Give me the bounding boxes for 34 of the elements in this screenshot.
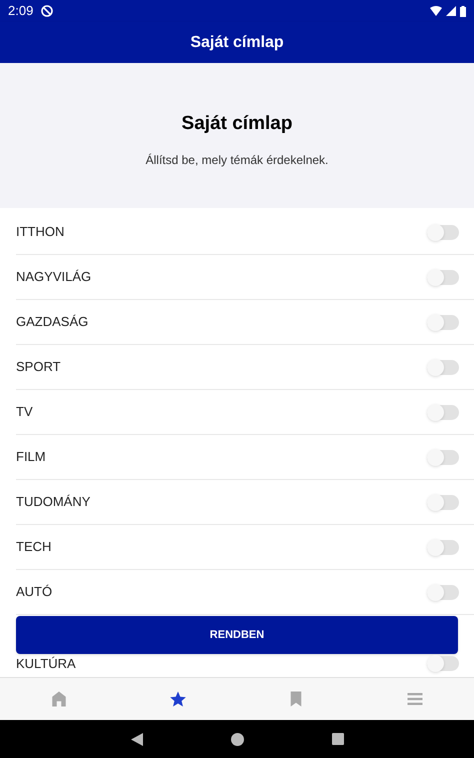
topic-label: GAZDASÁG — [16, 313, 90, 332]
header-title: Saját címlap — [182, 112, 292, 136]
topic-label: AUTÓ — [16, 583, 54, 602]
topic-toggle[interactable] — [427, 540, 459, 554]
topic-label: SPORT — [16, 358, 62, 376]
wifi-icon — [430, 6, 442, 16]
topic-toggle[interactable] — [427, 360, 459, 374]
topic-label: TV — [16, 403, 34, 422]
battery-icon — [460, 6, 466, 16]
topic-label: TECH — [16, 538, 52, 556]
home-button-icon[interactable] — [230, 732, 244, 746]
topic-toggle[interactable] — [427, 450, 459, 464]
app-bar-title: Saját címlap — [190, 32, 284, 52]
topic-label: KULTÚRA — [16, 656, 77, 672]
topic-toggle[interactable] — [427, 270, 459, 284]
back-icon[interactable] — [130, 732, 142, 746]
menu-icon[interactable] — [406, 690, 424, 708]
recents-icon[interactable] — [332, 733, 344, 745]
signal-icon — [446, 6, 456, 16]
topic-toggle[interactable] — [427, 656, 459, 671]
home-icon[interactable] — [50, 690, 68, 708]
topic-toggle[interactable] — [427, 404, 459, 420]
topic-label: NAGYVILÁG — [16, 268, 92, 286]
confirm-button[interactable]: RENDBEN — [16, 616, 458, 654]
topic-toggle[interactable] — [427, 224, 459, 240]
topic-label: ITTHON — [16, 223, 66, 242]
topic-label: TUDOMÁNY — [16, 493, 92, 512]
topic-toggle[interactable] — [427, 584, 459, 600]
star-icon[interactable] — [168, 690, 187, 708]
status-time: 2:09 — [8, 2, 34, 20]
header-subtitle: Állítsd be, mely témák érdekelnek. — [146, 152, 328, 169]
topic-toggle[interactable] — [427, 494, 459, 510]
topic-label: FILM — [16, 448, 47, 466]
topic-toggle[interactable] — [427, 314, 459, 330]
